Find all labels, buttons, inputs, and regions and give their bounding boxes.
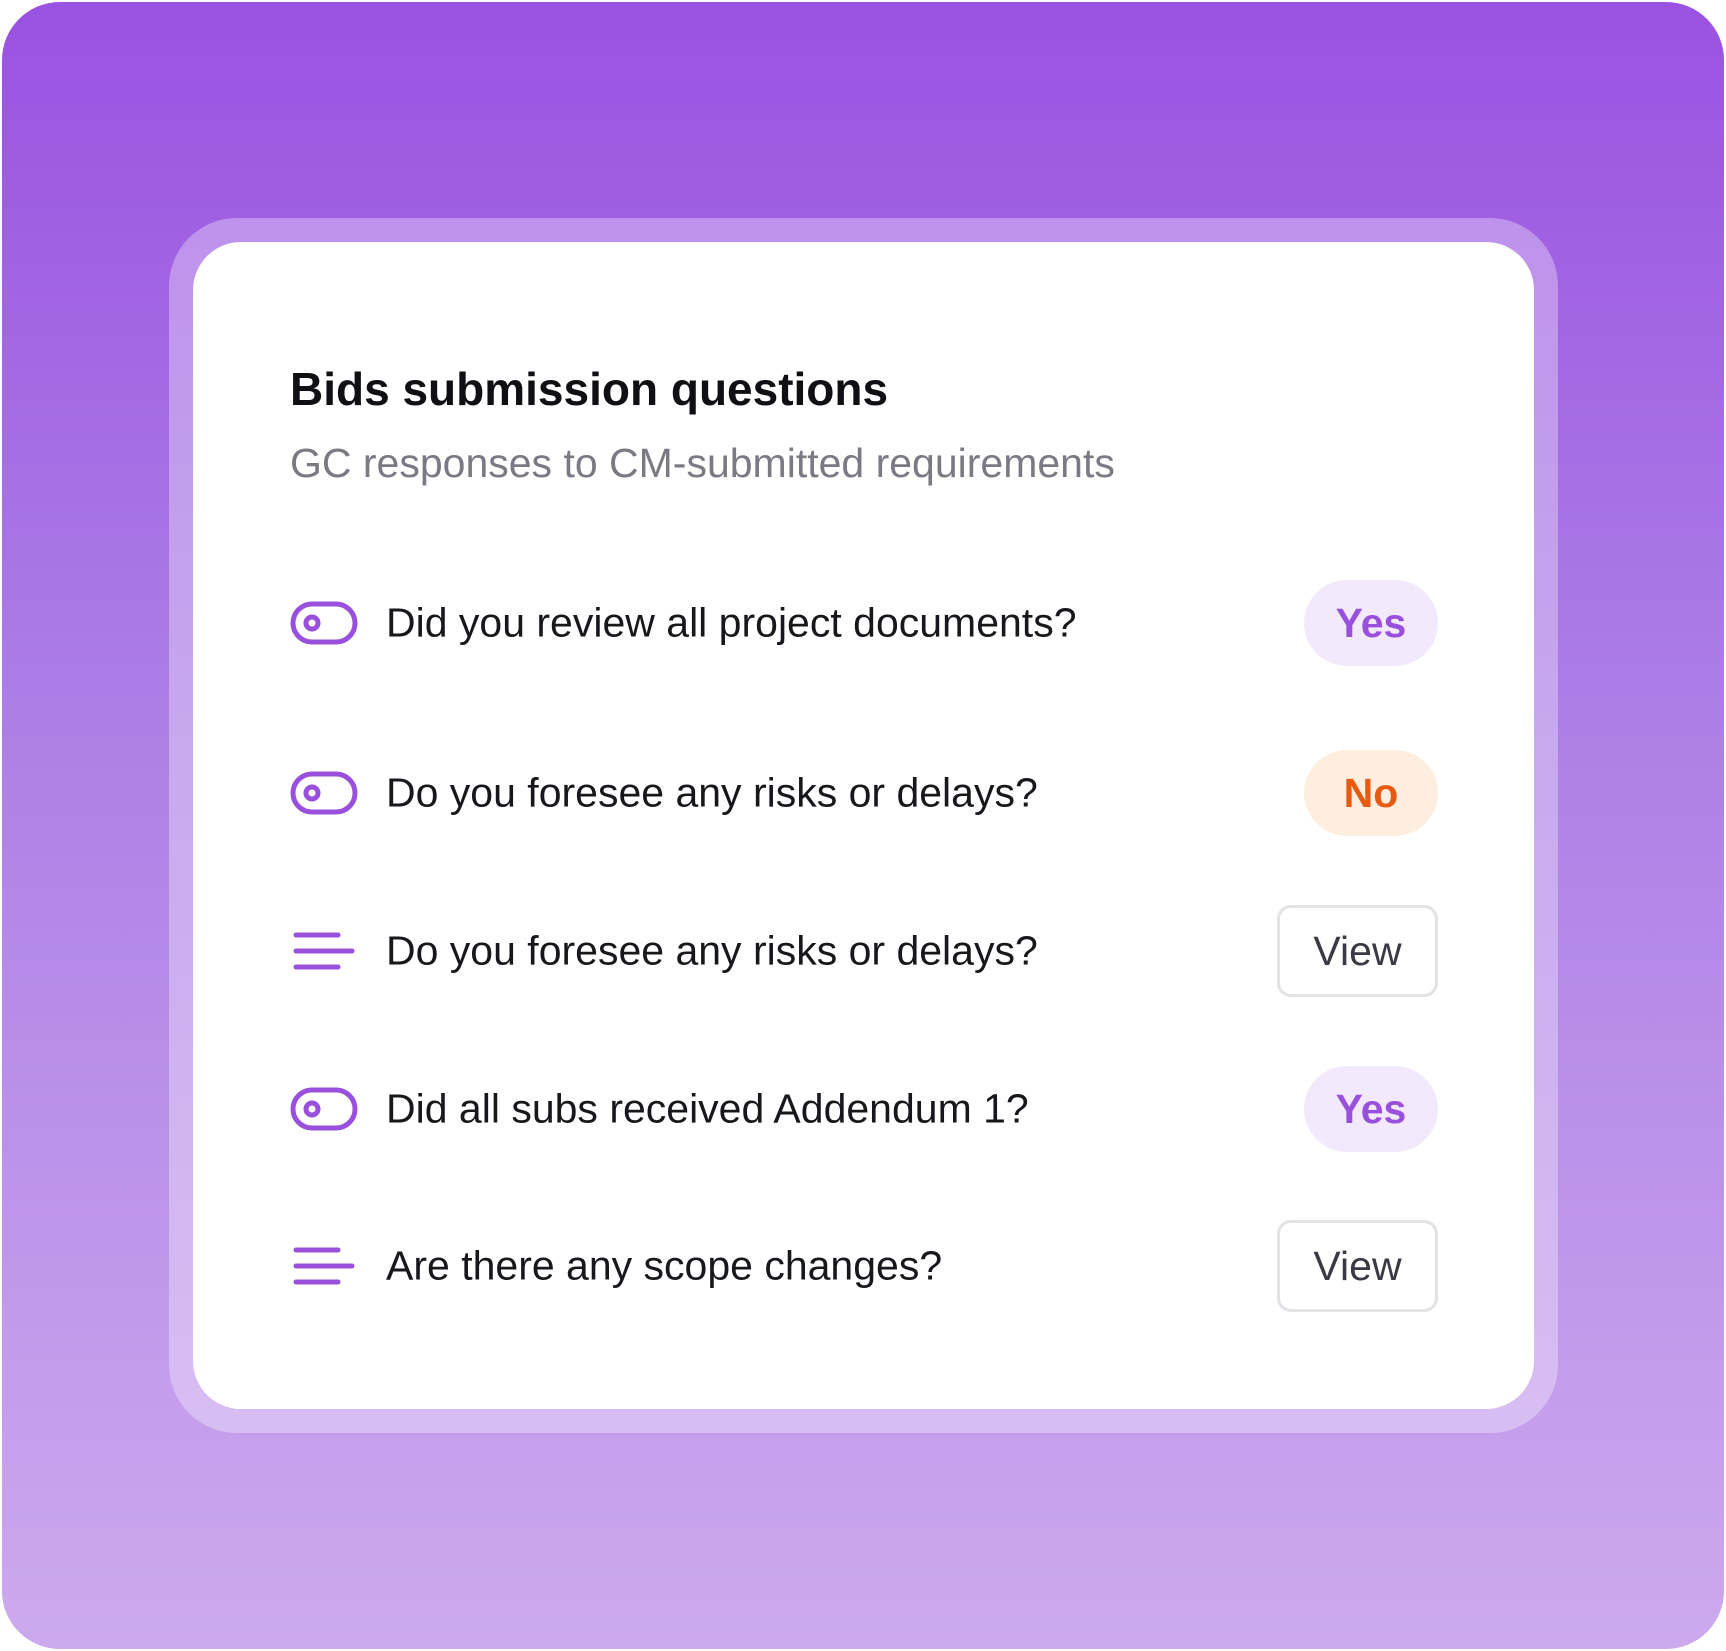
card-subtitle: GC responses to CM-submitted requirement… <box>290 440 1115 486</box>
answer-yes-badge: Yes <box>1304 1066 1438 1152</box>
question-row: Do you foresee any risks or delays? No <box>290 745 1438 841</box>
question-text: Do you foresee any risks or delays? <box>386 769 1038 816</box>
question-row: Did all subs received Addendum 1? Yes <box>290 1061 1438 1157</box>
question-text: Did you review all project documents? <box>386 599 1077 646</box>
question-text: Do you foresee any risks or delays? <box>386 927 1038 974</box>
question-row: Do you foresee any risks or delays? View <box>290 903 1438 999</box>
text-lines-icon <box>293 1247 355 1285</box>
answer-no-badge: No <box>1304 750 1438 836</box>
card-title: Bids submission questions <box>290 363 889 415</box>
question-row: Are there any scope changes? View <box>290 1218 1438 1314</box>
question-row: Did you review all project documents? Ye… <box>290 575 1438 671</box>
view-button[interactable]: View <box>1277 905 1438 997</box>
toggle-icon <box>290 1087 358 1131</box>
text-lines-icon <box>293 932 355 970</box>
view-button[interactable]: View <box>1277 1220 1438 1312</box>
question-text: Did all subs received Addendum 1? <box>386 1085 1029 1132</box>
answer-yes-badge: Yes <box>1304 580 1438 666</box>
question-text: Are there any scope changes? <box>386 1242 943 1289</box>
toggle-icon <box>290 601 358 645</box>
toggle-icon <box>290 771 358 815</box>
